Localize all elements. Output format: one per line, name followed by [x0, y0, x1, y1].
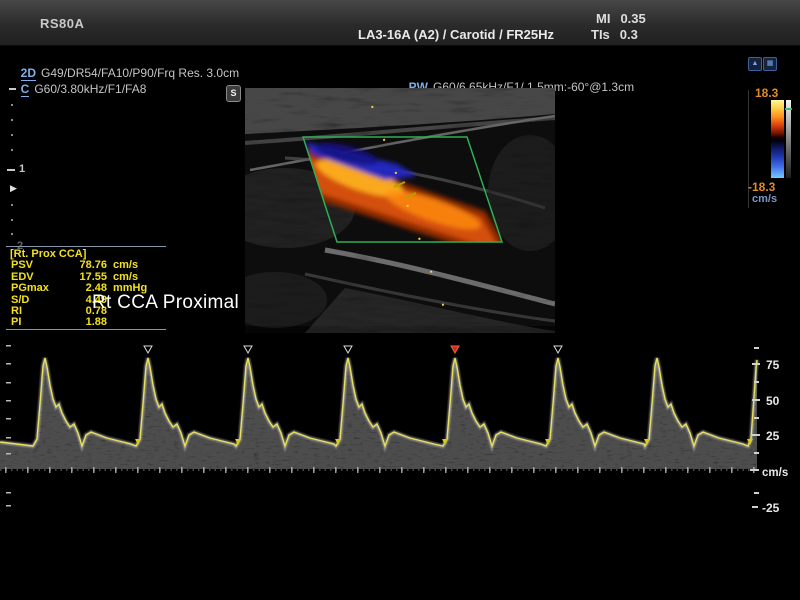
measurement-row: PI1.88: [6, 317, 166, 328]
spectral-waveform: [0, 358, 757, 507]
focus-marker-icon[interactable]: ▶: [10, 184, 17, 193]
color-scale-min: -18.3: [748, 180, 775, 194]
gray-scale-marker: [785, 108, 792, 110]
mi-value: 0.35: [620, 11, 645, 26]
color-param-text: G60/3.80kHz/F1/FA8: [34, 82, 146, 96]
clipboard-thumbnail-icon[interactable]: ▲: [748, 57, 762, 71]
tis-value: 0.3: [620, 27, 638, 42]
tis-readout: TIs 0.3: [591, 27, 638, 42]
depth-tick-1: [7, 169, 15, 171]
scale-unit: cm/s: [762, 467, 788, 479]
tis-label: TIs: [591, 27, 610, 42]
bmode-image: [245, 88, 555, 333]
color-scale-bar: [771, 100, 784, 178]
scale-25: 25: [766, 429, 780, 443]
annotation-text: Rt CCA Proximal: [92, 292, 239, 314]
systolic-peak-markers: [144, 346, 562, 353]
measurement-panel: [Rt. Prox CCA] PSV78.76cm/s EDV17.55cm/s…: [6, 246, 166, 330]
scale-neg25: -25: [762, 501, 780, 515]
selected-peak-marker: [451, 346, 459, 353]
mi-readout: MI 0.35: [596, 11, 646, 26]
color-params-line: C G60/3.80kHz/F1/FA8: [14, 68, 146, 96]
probe-exam-info: LA3-16A (A2) / Carotid / FR25Hz: [358, 27, 554, 42]
bodymarker-thumbnail-icon[interactable]: ▦: [763, 57, 777, 71]
gray-scale-bar: [786, 100, 791, 178]
mi-label: MI: [596, 11, 610, 26]
color-mode-label[interactable]: C: [21, 82, 30, 97]
depth-tick-0: [9, 88, 16, 90]
pw-spectral-display: 75 50 25 cm/s -25: [0, 342, 800, 520]
color-scale-max: 18.3: [755, 86, 778, 100]
scale-75: 75: [766, 358, 780, 372]
top-bar: RS80A LA3-16A (A2) / Carotid / FR25Hz MI…: [0, 0, 800, 46]
depth-mark-1: 1: [19, 163, 25, 175]
ultrasound-screen: { "header": { "model": "RS80A", "exam_in…: [0, 0, 800, 600]
orientation-badge: S: [226, 85, 241, 102]
scale-50: 50: [766, 394, 780, 408]
color-scale-unit: cm/s: [752, 193, 777, 205]
machine-model: RS80A: [40, 16, 84, 31]
